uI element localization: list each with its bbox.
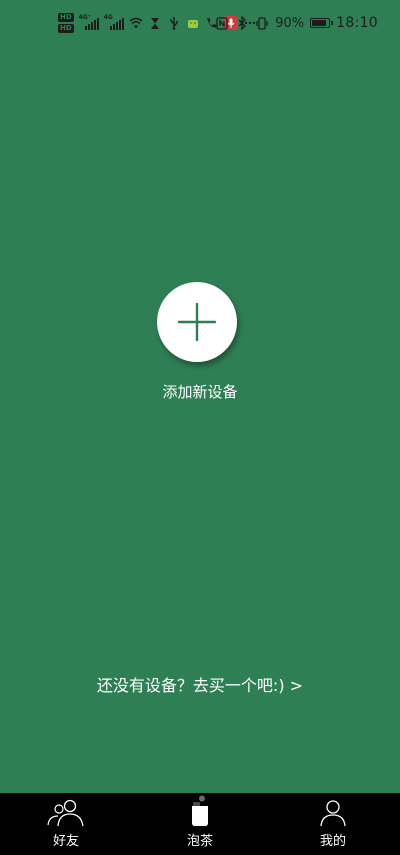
signal-1-tag: 4G⁺: [78, 13, 91, 21]
nav-item-friends[interactable]: 好友: [26, 793, 106, 855]
signal-2-icon: 4G: [103, 13, 124, 30]
nav-label-mine: 我的: [319, 834, 346, 849]
tea-device-icon: [192, 795, 208, 826]
hd-badges: HD HD: [58, 13, 74, 33]
android-icon: [186, 16, 200, 30]
battery-percent: 90%: [275, 15, 305, 31]
nav-item-tea[interactable]: 泡茶: [160, 793, 240, 855]
bottom-nav: 好友 泡茶 我的: [0, 793, 400, 855]
nfc-icon: [215, 16, 229, 30]
clock: 18:10: [336, 15, 378, 31]
add-device-button[interactable]: [157, 282, 237, 362]
friends-icon: [47, 799, 84, 827]
nav-item-mine[interactable]: 我的: [293, 793, 373, 855]
hd-badge-1: HD: [58, 13, 74, 22]
nav-label-tea: 泡茶: [186, 834, 213, 849]
signal-2-tag: 4G: [103, 13, 113, 21]
battery-icon: [310, 18, 334, 28]
status-bar-right-icons: 90% 18:10: [215, 13, 378, 33]
hd-badge-2: HD: [58, 24, 74, 33]
signal-1-icon: 4G⁺: [78, 13, 99, 30]
add-device-label[interactable]: 添加新设备: [0, 381, 400, 402]
usb-icon: [167, 16, 181, 30]
bluetooth-icon: [235, 16, 249, 30]
nav-label-friends: 好友: [52, 834, 79, 849]
status-bar: HD HD 4G⁺ 4G 90% 18:10: [0, 0, 400, 44]
wifi-icon: [129, 16, 143, 30]
plus-icon: [177, 302, 217, 342]
buy-device-link[interactable]: 还没有设备？去买一个吧:) >: [0, 672, 400, 696]
hourglass-icon: [148, 16, 162, 30]
profile-icon: [320, 800, 346, 827]
vibrate-icon: [255, 16, 269, 30]
